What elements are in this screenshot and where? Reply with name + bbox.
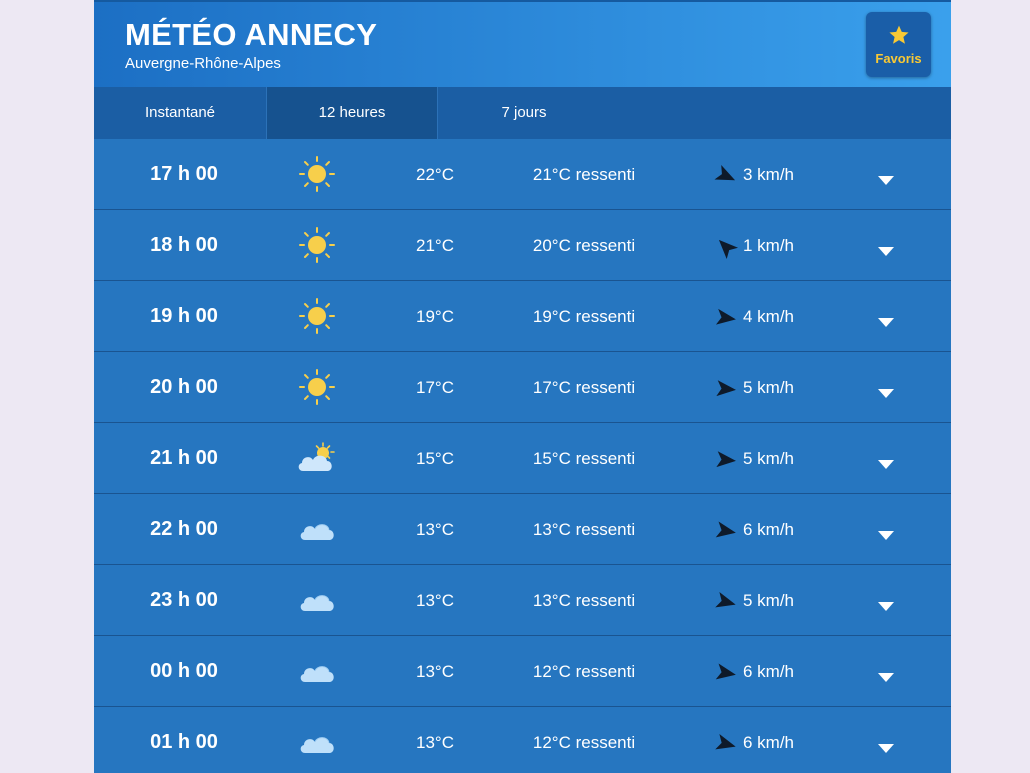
chevron-down-icon[interactable] xyxy=(878,242,894,256)
feels-like-temperature: 13°C ressenti xyxy=(532,591,636,610)
sun-icon xyxy=(297,227,337,263)
feels-like-temperature: 17°C ressenti xyxy=(532,378,636,397)
wind-direction-icon xyxy=(714,590,738,614)
temperature: 22°C xyxy=(416,165,454,184)
sun-icon xyxy=(297,369,337,405)
feels-like-temperature: 21°C ressenti xyxy=(532,165,636,184)
forecast-time: 01 h 00 xyxy=(150,731,218,753)
temperature: 13°C xyxy=(416,733,454,752)
forecast-time: 18 h 00 xyxy=(150,234,218,256)
forecast-row[interactable]: 20 h 00 17°C 17°C ressenti 5 km/h xyxy=(94,352,951,423)
wind-speed: 6 km/h xyxy=(743,662,795,681)
temperature: 15°C xyxy=(416,449,454,468)
forecast-time: 23 h 00 xyxy=(150,589,218,611)
wind-direction-icon xyxy=(714,235,739,260)
wind-direction-icon xyxy=(714,448,738,472)
wind-speed: 6 km/h xyxy=(743,733,795,752)
forecast-row[interactable]: 22 h 00 13°C 13°C ressenti 6 km/h xyxy=(94,494,951,565)
feels-like-temperature: 19°C ressenti xyxy=(532,307,636,326)
forecast-time: 00 h 00 xyxy=(150,660,218,682)
tab-instant[interactable]: Instantané xyxy=(94,87,266,139)
forecast-row[interactable]: 21 h 00 15°C 15°C ressenti 5 km/h xyxy=(94,423,951,494)
feels-like-temperature: 12°C ressenti xyxy=(532,662,636,681)
feels-like-temperature: 15°C ressenti xyxy=(532,449,636,468)
forecast-row[interactable]: 18 h 00 21°C 20°C ressenti 1 km/h xyxy=(94,210,951,281)
wind-speed: 3 km/h xyxy=(743,165,795,184)
wind-direction-icon xyxy=(714,306,738,330)
chevron-down-icon[interactable] xyxy=(878,455,894,469)
wind-speed: 5 km/h xyxy=(743,449,795,468)
temperature: 19°C xyxy=(416,307,454,326)
forecast-time: 21 h 00 xyxy=(150,447,218,469)
forecast-time: 22 h 00 xyxy=(150,518,218,540)
chevron-down-icon[interactable] xyxy=(878,739,894,753)
temperature: 13°C xyxy=(416,662,454,681)
temperature: 13°C xyxy=(416,520,454,539)
feels-like-temperature: 12°C ressenti xyxy=(532,733,636,752)
forecast-row[interactable]: 19 h 00 19°C 19°C ressenti 4 km/h xyxy=(94,281,951,352)
favorites-label: Favoris xyxy=(875,50,922,66)
sun-icon xyxy=(297,156,337,192)
chevron-down-icon[interactable] xyxy=(878,597,894,611)
star-icon xyxy=(888,24,910,46)
temperature: 17°C xyxy=(416,378,454,397)
cloud-icon xyxy=(297,582,337,618)
favorites-button[interactable]: Favoris xyxy=(866,12,931,77)
forecast-row[interactable]: 23 h 00 13°C 13°C ressenti 5 km/h xyxy=(94,565,951,636)
wind-direction-icon xyxy=(714,661,738,685)
tab-12-hours[interactable]: 12 heures xyxy=(266,87,438,139)
wind-speed: 5 km/h xyxy=(743,378,795,397)
page-title: MÉTÉO ANNECY xyxy=(125,17,378,52)
sun-icon xyxy=(297,298,337,334)
hourly-forecast-list: 17 h 00 22°C 21°C ressenti 3 km/h 18 h 0… xyxy=(94,139,951,773)
region-subtitle: Auvergne-Rhône-Alpes xyxy=(125,55,281,72)
forecast-time: 19 h 00 xyxy=(150,305,218,327)
wind-speed: 6 km/h xyxy=(743,520,795,539)
cloud-icon xyxy=(297,653,337,689)
wind-direction-icon xyxy=(714,377,738,401)
temperature: 13°C xyxy=(416,591,454,610)
forecast-time: 20 h 00 xyxy=(150,376,218,398)
tab-7-days[interactable]: 7 jours xyxy=(438,87,610,139)
temperature: 21°C xyxy=(416,236,454,255)
wind-speed: 4 km/h xyxy=(743,307,795,326)
chevron-down-icon[interactable] xyxy=(878,526,894,540)
sun-cloud-icon xyxy=(297,440,337,476)
page-header: MÉTÉO ANNECY Auvergne-Rhône-Alpes Favori… xyxy=(94,0,951,87)
wind-direction-icon xyxy=(714,164,738,188)
wind-speed: 5 km/h xyxy=(743,591,795,610)
weather-app: MÉTÉO ANNECY Auvergne-Rhône-Alpes Favori… xyxy=(94,0,951,773)
wind-direction-icon xyxy=(714,732,738,756)
cloud-icon xyxy=(297,511,337,547)
forecast-row[interactable]: 00 h 00 13°C 12°C ressenti 6 km/h xyxy=(94,636,951,707)
feels-like-temperature: 13°C ressenti xyxy=(532,520,636,539)
chevron-down-icon[interactable] xyxy=(878,384,894,398)
forecast-row[interactable]: 01 h 00 13°C 12°C ressenti 6 km/h xyxy=(94,707,951,773)
feels-like-temperature: 20°C ressenti xyxy=(532,236,636,255)
wind-direction-icon xyxy=(714,519,738,543)
forecast-tabs: Instantané 12 heures 7 jours xyxy=(94,87,951,139)
chevron-down-icon[interactable] xyxy=(878,668,894,682)
forecast-row[interactable]: 17 h 00 22°C 21°C ressenti 3 km/h xyxy=(94,139,951,210)
forecast-time: 17 h 00 xyxy=(150,163,218,185)
wind-speed: 1 km/h xyxy=(743,236,795,255)
chevron-down-icon[interactable] xyxy=(878,171,894,185)
cloud-icon xyxy=(297,724,337,760)
chevron-down-icon[interactable] xyxy=(878,313,894,327)
